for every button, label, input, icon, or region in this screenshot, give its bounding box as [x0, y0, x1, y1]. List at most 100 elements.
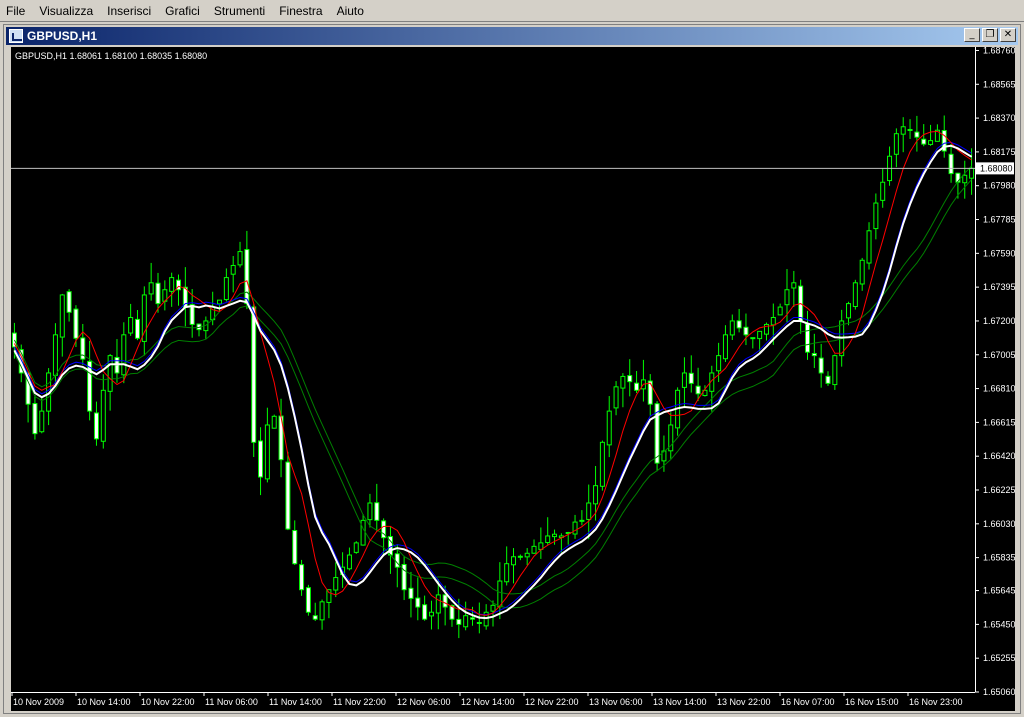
candle-body	[900, 126, 906, 135]
candle-body	[312, 615, 318, 620]
candle-body	[832, 355, 838, 386]
price-tick-label: 1.67395	[983, 282, 1015, 292]
candle-body	[490, 604, 496, 612]
candle-body	[921, 138, 927, 145]
candle-body	[647, 380, 653, 405]
price-chart-svg[interactable]: 1.68760 1.68565 1.68370 1.68175 1.67980 1.677…	[11, 47, 1015, 711]
price-tick-label: 1.68370	[983, 113, 1015, 123]
menu-help[interactable]: Aiuto	[331, 4, 372, 18]
candle-body	[552, 533, 558, 538]
time-tick-label: 16 Nov 15:00	[845, 697, 899, 707]
candle-body	[757, 330, 763, 340]
candle-body	[52, 334, 58, 376]
candle-body	[907, 128, 913, 131]
candle-body	[463, 615, 469, 628]
menu-charts[interactable]: Grafici	[159, 4, 208, 18]
ma-slow-line	[13, 179, 972, 609]
candle-body	[572, 521, 578, 535]
candle-body	[784, 289, 790, 306]
candle-body	[722, 334, 728, 360]
time-tick-label: 16 Nov 07:00	[781, 697, 835, 707]
candle-body	[743, 326, 749, 336]
candle-body	[353, 542, 359, 553]
candle-body	[770, 316, 776, 326]
time-tick-label: 13 Nov 14:00	[653, 697, 707, 707]
time-tick-label: 10 Nov 22:00	[141, 697, 195, 707]
candle-body	[914, 131, 920, 138]
candle-body	[866, 230, 872, 264]
price-tick-label: 1.65645	[983, 586, 1015, 596]
candle-body	[969, 167, 975, 179]
menu-insert[interactable]: Inserisci	[101, 4, 159, 18]
candle-body	[244, 249, 250, 305]
candle-body	[319, 601, 325, 621]
candle-body	[504, 563, 510, 583]
menu-view[interactable]: Visualizza	[33, 4, 101, 18]
candle-body	[736, 320, 742, 329]
candle-body	[811, 353, 817, 357]
time-tick-label: 13 Nov 22:00	[717, 697, 771, 707]
time-tick-label: 10 Nov 14:00	[77, 697, 131, 707]
candle-body	[716, 355, 722, 372]
candle-body	[531, 545, 537, 554]
time-tick-label: 11 Nov 06:00	[205, 697, 258, 707]
candle-body	[32, 403, 38, 435]
candle-body	[517, 555, 523, 558]
candle-body	[66, 291, 72, 313]
price-tick-label: 1.67590	[983, 248, 1015, 258]
candle-body	[169, 277, 175, 292]
candle-body	[859, 259, 865, 285]
candle-body	[729, 320, 735, 336]
candle-body	[408, 587, 414, 599]
candle-body	[476, 621, 482, 624]
candle-body	[469, 617, 475, 620]
candle-body	[237, 251, 243, 266]
minimize-button[interactable]: _	[964, 28, 980, 42]
candle-body	[627, 375, 633, 383]
time-tick-label: 12 Nov 14:00	[461, 697, 515, 707]
candle-body	[305, 587, 311, 613]
price-tick-label: 1.65255	[983, 653, 1015, 663]
time-tick-label: 16 Nov 23:00	[909, 697, 963, 707]
price-tick-label: 1.68565	[983, 79, 1015, 89]
candle-body	[230, 264, 236, 275]
candle-body	[620, 375, 626, 389]
price-tick-label: 1.67980	[983, 181, 1015, 191]
candle-body	[688, 372, 694, 384]
price-chart[interactable]: 1.68760 1.68565 1.68370 1.68175 1.67980 1.677…	[11, 47, 1015, 711]
restore-button[interactable]: ❐	[982, 28, 998, 42]
time-tick-label: 11 Nov 14:00	[269, 697, 322, 707]
price-tick-label: 1.66030	[983, 519, 1015, 529]
candle-body	[818, 357, 824, 374]
menu-file[interactable]: File	[0, 4, 33, 18]
candle-body	[100, 389, 106, 442]
candle-body	[593, 485, 599, 505]
price-tick-label: 1.67200	[983, 316, 1015, 326]
window-titlebar[interactable]: GBPUSD,H1 _ ❐ ✕	[6, 27, 1018, 45]
menu-window[interactable]: Finestra	[273, 4, 330, 18]
candle-body	[825, 375, 831, 384]
time-tick-label: 12 Nov 22:00	[525, 697, 579, 707]
menu-bar: File Visualizza Inserisci Grafici Strume…	[0, 0, 1024, 22]
menu-tools[interactable]: Strumenti	[208, 4, 273, 18]
price-tick-label: 1.68175	[983, 147, 1015, 157]
time-tick-label: 13 Nov 06:00	[589, 697, 643, 707]
price-tick-label: 1.67785	[983, 215, 1015, 225]
candle-body	[435, 594, 441, 614]
candle-body	[586, 502, 592, 520]
candle-body	[606, 410, 612, 446]
candle-body	[880, 181, 886, 201]
price-tick-label: 1.66420	[983, 451, 1015, 461]
candle-body	[428, 611, 434, 617]
candle-body	[948, 153, 954, 175]
time-tick-label: 10 Nov 2009	[13, 697, 64, 707]
candle-body	[251, 306, 257, 443]
candle-body	[777, 306, 783, 316]
candle-body	[456, 618, 462, 625]
current-price-label: 1.68080	[980, 163, 1013, 173]
candle-body	[59, 294, 65, 338]
price-tick-label: 1.65060	[983, 687, 1015, 697]
close-button[interactable]: ✕	[1000, 28, 1016, 42]
time-tick-label: 12 Nov 06:00	[397, 697, 451, 707]
price-tick-label: 1.66810	[983, 384, 1015, 394]
